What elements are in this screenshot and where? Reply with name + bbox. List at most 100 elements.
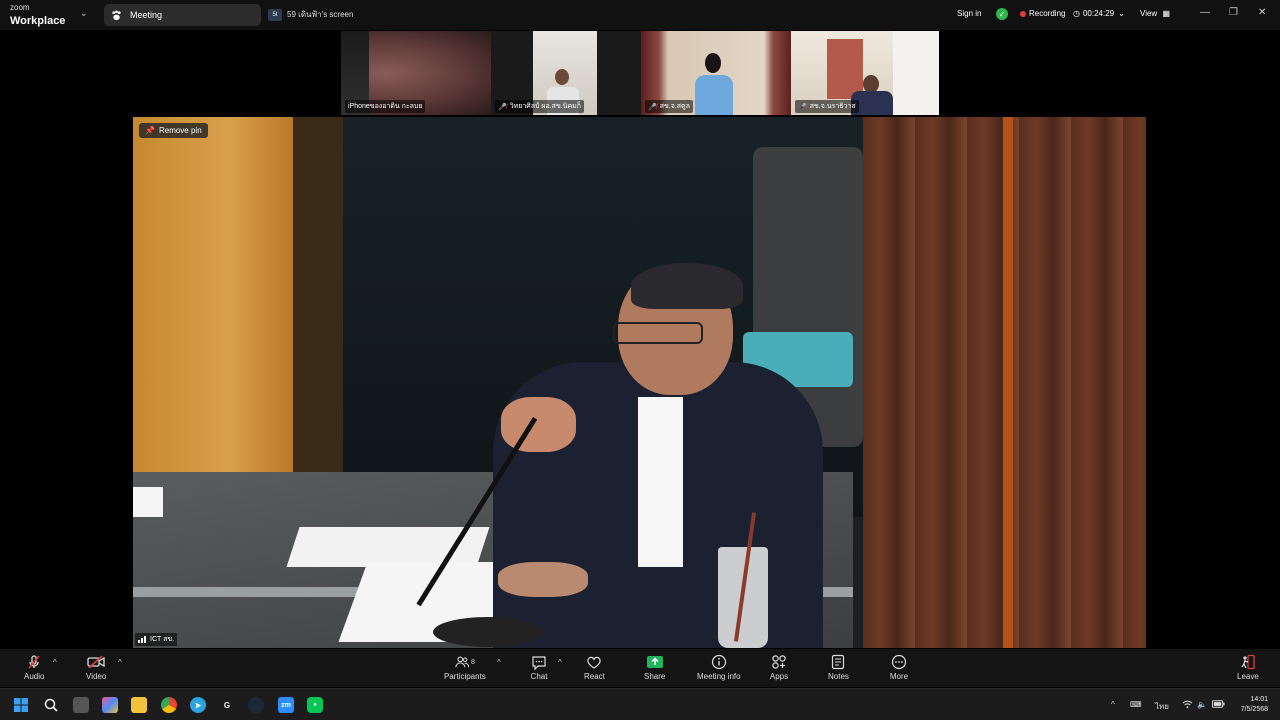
more-dots-icon (889, 653, 909, 671)
clock-time: 14:01 (1250, 696, 1268, 703)
chevron-down-icon[interactable]: ⌄ (80, 8, 88, 19)
unknown-app-icon[interactable]: G (219, 697, 235, 713)
meeting-tab[interactable]: Meeting (104, 4, 261, 26)
react-label: React (584, 672, 605, 681)
participants-options-caret-icon[interactable]: ^ (497, 658, 501, 667)
signal-bars-icon (138, 636, 147, 643)
person-hand (498, 562, 588, 597)
wood-stripe (1003, 117, 1013, 648)
language-indicator[interactable]: ไทย (1155, 700, 1169, 713)
participants-icon: 8 (455, 653, 475, 671)
notes-icon (828, 653, 848, 671)
grid-icon: ▦ (1162, 9, 1170, 18)
muted-mic-icon: 🎤̸ (648, 103, 657, 111)
participant-thumbnail[interactable]: 🎤̸ วิทยาศิลป์ ผอ.สข.นิคมก็ (491, 31, 641, 115)
line-icon[interactable]: ● (307, 697, 323, 713)
view-label: View (1140, 9, 1158, 18)
chat-icon (529, 653, 549, 671)
recording-indicator[interactable]: Recording (1020, 9, 1065, 18)
chat-label: Chat (530, 672, 548, 681)
meeting-info-button[interactable]: Meeting info (697, 653, 741, 681)
recording-label: Recording (1029, 9, 1066, 18)
person-body (695, 75, 733, 115)
participant-thumbnail[interactable]: iPhoneของอาดิน กะลบย (341, 31, 491, 115)
video-options-caret-icon[interactable]: ^ (118, 658, 122, 667)
main-video-feed[interactable]: 📌 Remove pin ICT สข. (133, 117, 1146, 648)
windows-taskbar: ➤ G zm ● ^ ⌨ ไทย 🔈 14:01 7/5/2568 (0, 688, 1280, 720)
zoom-taskbar-icon[interactable]: zm (278, 697, 294, 713)
chrome-icon[interactable] (161, 697, 177, 713)
participants-count: 8 (470, 658, 475, 666)
input-method-icon[interactable]: ⌨ (1130, 700, 1142, 709)
pin-icon: 📌 (145, 126, 155, 135)
battery-icon[interactable] (1212, 700, 1225, 710)
file-explorer-icon[interactable] (131, 697, 147, 713)
paw-icon (110, 9, 122, 21)
view-button[interactable]: View ▦ (1140, 9, 1170, 18)
participant-name: 🎤̸ สข.จ.สตูล (645, 100, 693, 113)
participant-name-text: สข.จ.สตูล (659, 103, 690, 110)
meeting-timer[interactable]: ◷ 00:24:29 ⌄ (1073, 9, 1125, 18)
remove-pin-button[interactable]: 📌 Remove pin (139, 123, 208, 138)
participant-thumbnail[interactable]: 🎤̸ สข.จ.นราธิวาส (791, 31, 939, 115)
leave-door-icon (1238, 653, 1258, 671)
share-screen-icon (645, 653, 665, 671)
participant-name-text: สข.จ.นราธิวาส (809, 103, 856, 110)
chat-button[interactable]: Chat (529, 653, 549, 681)
notes-button[interactable]: Notes (828, 653, 849, 681)
audio-button[interactable]: Audio (24, 653, 44, 681)
participants-button[interactable]: 8 Participants (444, 653, 486, 681)
participant-name: 🎤̸ วิทยาศิลป์ ผอ.สข.นิคมก็ (495, 100, 584, 113)
muted-mic-icon: 🎤̸ (498, 103, 507, 111)
wood-panel-left (133, 117, 293, 477)
leave-label: Leave (1237, 672, 1259, 681)
volume-icon[interactable]: 🔈 (1197, 700, 1207, 709)
meeting-toolbar: Audio ^ Video ^ 8 Participants ^ Chat ^ … (0, 649, 1280, 687)
audio-options-caret-icon[interactable]: ^ (53, 658, 57, 667)
screen-share-tab[interactable]: 5t 59 เดินฟ้า's screen (268, 8, 353, 21)
chat-options-caret-icon[interactable]: ^ (558, 658, 562, 667)
person-hand (501, 397, 576, 452)
meeting-info-label: Meeting info (697, 672, 741, 681)
brand-big-text: Workplace (10, 15, 66, 27)
person-shirt (638, 397, 683, 567)
search-icon[interactable] (43, 697, 59, 713)
more-button[interactable]: More (889, 653, 909, 681)
muted-mic-icon (24, 653, 44, 671)
video-button[interactable]: Video (86, 653, 106, 681)
clock-icon: ◷ (1073, 9, 1080, 18)
react-button[interactable]: React (584, 653, 605, 681)
video-off-icon (86, 653, 106, 671)
apps-button[interactable]: Apps (769, 653, 789, 681)
chevron-down-icon: ⌄ (1118, 9, 1125, 18)
muted-mic-icon: 🎤̸ (798, 103, 807, 111)
sign-in-link[interactable]: Sign in (957, 9, 981, 18)
restore-icon[interactable]: ❐ (1229, 7, 1238, 18)
share-button[interactable]: Share (644, 653, 665, 681)
remove-pin-label: Remove pin (158, 126, 202, 135)
telegram-icon[interactable]: ➤ (190, 697, 206, 713)
steam-icon[interactable] (248, 697, 264, 713)
notes-label: Notes (828, 672, 849, 681)
minimize-icon[interactable]: — (1200, 7, 1210, 18)
task-view-icon[interactable] (73, 697, 89, 713)
close-icon[interactable]: ✕ (1258, 7, 1266, 18)
apps-label: Apps (769, 672, 789, 681)
system-clock[interactable]: 14:01 7/5/2568 (1241, 695, 1268, 715)
participant-thumbnail[interactable]: 🎤̸ สข.จ.สตูล (641, 31, 791, 115)
zoom-logo[interactable]: zoom Workplace (10, 4, 65, 28)
copilot-icon[interactable] (102, 697, 118, 713)
window (893, 31, 939, 115)
wifi-icon[interactable] (1182, 700, 1193, 711)
more-label: More (889, 672, 909, 681)
participant-name: 🎤̸ สข.จ.นราธิวาส (795, 100, 859, 113)
chevron-up-icon[interactable]: ^ (1111, 700, 1115, 709)
wall-edge (293, 117, 343, 477)
bookshelf (827, 39, 863, 99)
windows-start-icon[interactable] (13, 697, 29, 713)
title-bar: zoom Workplace ⌄ Meeting 5t 59 เดินฟ้า's… (0, 0, 1280, 30)
paper-sheet (133, 487, 163, 517)
recording-dot-icon (1020, 10, 1026, 17)
leave-button[interactable]: Leave (1237, 653, 1259, 681)
security-shield-icon[interactable]: ✓ (996, 8, 1008, 20)
